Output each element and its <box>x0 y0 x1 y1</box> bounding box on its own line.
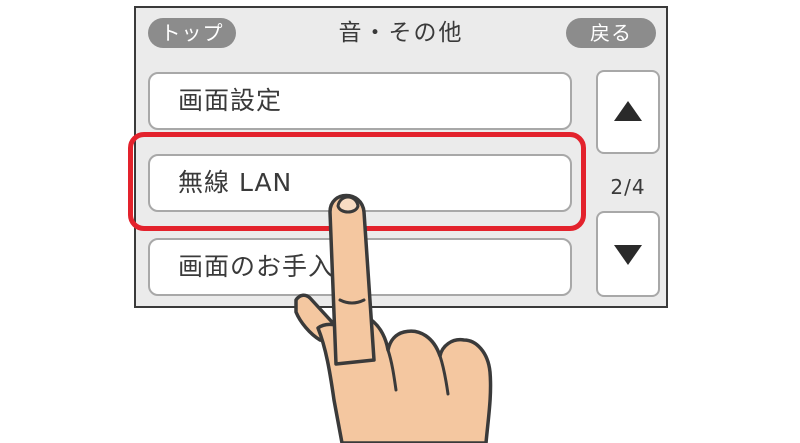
page-indicator: 2/4 <box>610 175 646 199</box>
back-button[interactable]: 戻る <box>566 18 656 48</box>
screen-header: トップ 音・その他 戻る <box>136 8 666 60</box>
device-screen: トップ 音・その他 戻る 画面設定 無線 LAN 画面のお手入れ 2/4 <box>134 6 668 308</box>
triangle-down-icon <box>614 245 642 265</box>
menu-item-display-settings[interactable]: 画面設定 <box>148 72 572 130</box>
scroll-up-button[interactable] <box>596 70 660 154</box>
top-button[interactable]: トップ <box>148 18 236 48</box>
screen-title: 音・その他 <box>338 20 464 46</box>
scroll-down-button[interactable] <box>596 211 660 297</box>
instruction-illustration: トップ 音・その他 戻る 画面設定 無線 LAN 画面のお手入れ 2/4 <box>0 0 800 443</box>
menu-item-wireless-lan[interactable]: 無線 LAN <box>148 154 572 212</box>
hand-palm <box>316 314 493 443</box>
triangle-up-icon <box>614 101 642 121</box>
menu-item-screen-cleaning[interactable]: 画面のお手入れ <box>148 238 572 296</box>
